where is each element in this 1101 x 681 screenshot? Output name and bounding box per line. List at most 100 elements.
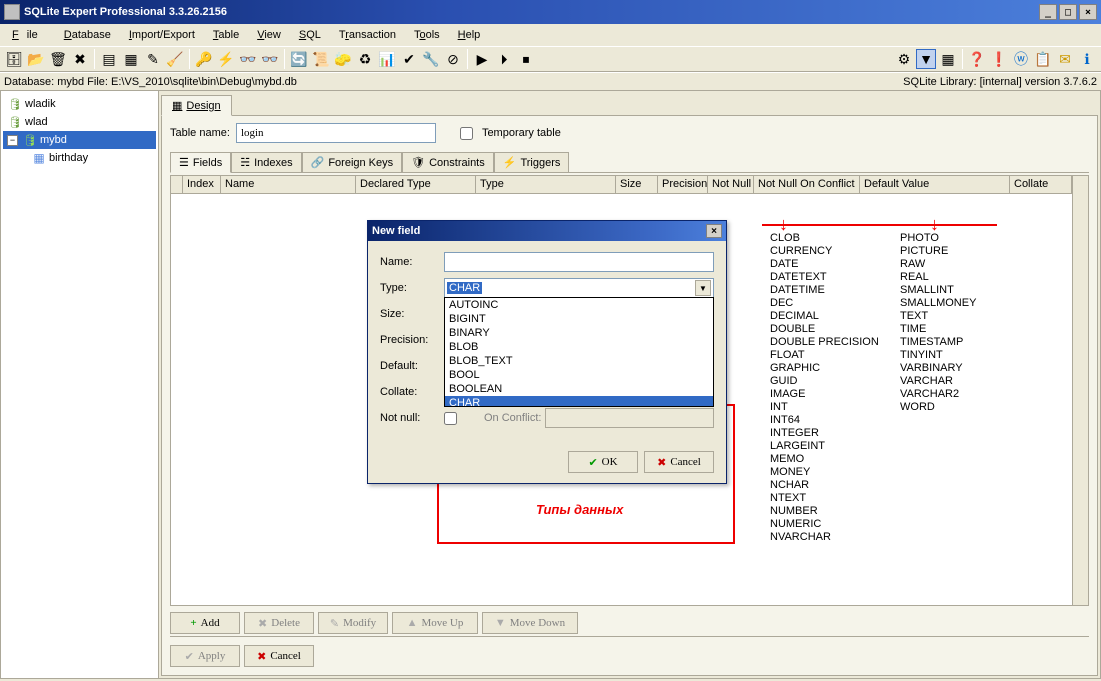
onconflict-combo[interactable] [545, 408, 714, 428]
tool-check-icon[interactable]: ✔ [399, 49, 419, 69]
tool-index-icon[interactable]: 🔑 [194, 49, 214, 69]
subtab-indexes[interactable]: ☵ Indexes [231, 152, 301, 172]
tool-filter-icon[interactable]: ▼ [916, 49, 936, 69]
gcol-default[interactable]: Default Value [860, 176, 1010, 193]
tool-support-icon[interactable]: ❗ [989, 49, 1009, 69]
dropdown-item[interactable]: BLOB [445, 340, 713, 354]
dropdown-item[interactable]: BOOLEAN [445, 382, 713, 396]
dropdown-item[interactable]: AUTOINC [445, 298, 713, 312]
notnull-checkbox[interactable] [444, 412, 457, 425]
combo-dropdown-button[interactable]: ▼ [695, 280, 711, 296]
menu-import-export[interactable]: Import/Export [121, 27, 203, 43]
dropdown-item[interactable]: BIGINT [445, 312, 713, 326]
tool-vacuum-icon[interactable]: 🧽 [333, 49, 353, 69]
menu-help[interactable]: Help [450, 27, 489, 43]
modal-close-button[interactable]: × [706, 224, 722, 238]
apply-button[interactable]: ✔ Apply [170, 645, 240, 667]
menu-transaction[interactable]: Transaction [331, 27, 404, 43]
gcol-notnull[interactable]: Not Null [708, 176, 754, 193]
tool-table-del-icon[interactable]: ▦ [121, 49, 141, 69]
tool-db-close-icon[interactable]: 🗑 [48, 49, 68, 69]
minimize-button[interactable]: _ [1039, 4, 1057, 20]
temporary-checkbox[interactable] [460, 127, 473, 140]
grid-scrollbar[interactable] [1072, 176, 1088, 605]
tool-help-icon[interactable]: ❓ [967, 49, 987, 69]
table-name-input[interactable] [236, 123, 436, 143]
move-up-button[interactable]: ▲ Move Up [392, 612, 478, 634]
tree-item-birthday[interactable]: birthday [3, 149, 156, 167]
tool-table-rename-icon[interactable]: ✎ [143, 49, 163, 69]
tree-item-mybd[interactable]: − 🛢 mybd [3, 131, 156, 149]
move-down-button[interactable]: ▼ Move Down [482, 612, 578, 634]
tool-db-new-icon[interactable]: 🗄 [4, 49, 24, 69]
dropdown-item[interactable]: BINARY [445, 326, 713, 340]
cancel-button[interactable]: ✖ Cancel [244, 645, 314, 667]
gcol-nnoc[interactable]: Not Null On Conflict [754, 176, 860, 193]
maximize-button[interactable]: □ [1059, 4, 1077, 20]
gcol-precision[interactable]: Precision [658, 176, 708, 193]
tool-other-icon[interactable]: 🔧 [421, 49, 441, 69]
menu-table[interactable]: Table [205, 27, 247, 43]
ok-button[interactable]: ✔ OK [568, 451, 638, 473]
add-button[interactable]: + Add [170, 612, 240, 634]
name-input[interactable] [444, 252, 714, 272]
tool-web-icon[interactable]: ⓦ [1011, 49, 1031, 69]
type-combo[interactable]: CHAR ▼ AUTOINCBIGINTBINARYBLOBBLOB_TEXTB… [444, 278, 714, 298]
menu-tools[interactable]: Tools [406, 27, 448, 43]
subtab-constraints[interactable]: 🛡 Constraints [402, 152, 494, 172]
tool-cancel-icon[interactable]: ⊘ [443, 49, 463, 69]
tool-trigger-icon[interactable]: ⚡ [216, 49, 236, 69]
tool-forum-icon[interactable]: 📋 [1033, 49, 1053, 69]
tool-mail-icon[interactable]: ✉ [1055, 49, 1075, 69]
database-tree[interactable]: 🛢 wladik 🛢 wlad − 🛢 mybd birthday [1, 91, 159, 678]
gcol-marker[interactable] [171, 176, 183, 193]
tool-script-icon[interactable]: 📜 [311, 49, 331, 69]
gcol-collate[interactable]: Collate [1010, 176, 1072, 193]
tool-analyze-icon[interactable]: 📊 [377, 49, 397, 69]
gcol-index[interactable]: Index [183, 176, 221, 193]
dropdown-item[interactable]: BLOB_TEXT [445, 354, 713, 368]
database-icon: 🛢 [7, 115, 23, 129]
tool-view-del-icon[interactable]: 👓 [260, 49, 280, 69]
toolbar: 🗄 📂 🗑 ✖ ▤ ▦ ✎ 🧹 🔑 ⚡ 👓 👓 🔄 📜 🧽 ♻ 📊 ✔ 🔧 ⊘ … [0, 46, 1101, 72]
tool-execute-icon[interactable]: ▶ [472, 49, 492, 69]
modal-cancel-button[interactable]: ✖ Cancel [644, 451, 714, 473]
tool-refresh-icon[interactable]: 🔄 [289, 49, 309, 69]
tree-toggle-icon[interactable]: − [7, 135, 18, 146]
dropdown-item[interactable]: BOOL [445, 368, 713, 382]
menu-file[interactable]: File [4, 27, 54, 43]
tool-execute-current-icon[interactable]: ⏵ [494, 49, 514, 69]
tool-stop-icon[interactable]: ⏹ [516, 49, 536, 69]
type-item: TINYINT [900, 349, 976, 362]
modify-button[interactable]: ✎ Modify [318, 612, 388, 634]
menu-database[interactable]: Database [56, 27, 119, 43]
tab-design[interactable]: ▦ Design [161, 95, 232, 116]
tree-item-wlad[interactable]: 🛢 wlad [3, 113, 156, 131]
tool-table-new-icon[interactable]: ▤ [99, 49, 119, 69]
gcol-size[interactable]: Size [616, 176, 658, 193]
tool-grid-icon[interactable]: ▦ [938, 49, 958, 69]
menu-view[interactable]: View [249, 27, 289, 43]
dropdown-item[interactable]: CHAR [445, 396, 713, 407]
tool-options-icon[interactable]: ⚙ [894, 49, 914, 69]
tool-db-open-icon[interactable]: 📂 [26, 49, 46, 69]
delete-button[interactable]: ✖ Delete [244, 612, 314, 634]
subtab-triggers[interactable]: ⚡ Triggers [494, 152, 570, 172]
tool-table-empty-icon[interactable]: 🧹 [165, 49, 185, 69]
subtab-fields[interactable]: ☰ Fields [170, 152, 231, 173]
up-icon: ▲ [407, 617, 418, 629]
gcol-declared[interactable]: Declared Type [356, 176, 476, 193]
tool-about-icon[interactable]: ℹ [1077, 49, 1097, 69]
type-item: GUID [770, 375, 879, 388]
gcol-type[interactable]: Type [476, 176, 616, 193]
subtab-foreign-keys[interactable]: 🔗 Foreign Keys [302, 152, 403, 172]
tool-view-new-icon[interactable]: 👓 [238, 49, 258, 69]
gcol-name[interactable]: Name [221, 176, 356, 193]
btn-label: Move Down [510, 617, 565, 629]
type-dropdown[interactable]: AUTOINCBIGINTBINARYBLOBBLOB_TEXTBOOLBOOL… [444, 297, 714, 407]
tool-db-remove-icon[interactable]: ✖ [70, 49, 90, 69]
close-button[interactable]: × [1079, 4, 1097, 20]
tool-reindex-icon[interactable]: ♻ [355, 49, 375, 69]
menu-sql[interactable]: SQL [291, 27, 329, 43]
tree-item-wladik[interactable]: 🛢 wladik [3, 95, 156, 113]
